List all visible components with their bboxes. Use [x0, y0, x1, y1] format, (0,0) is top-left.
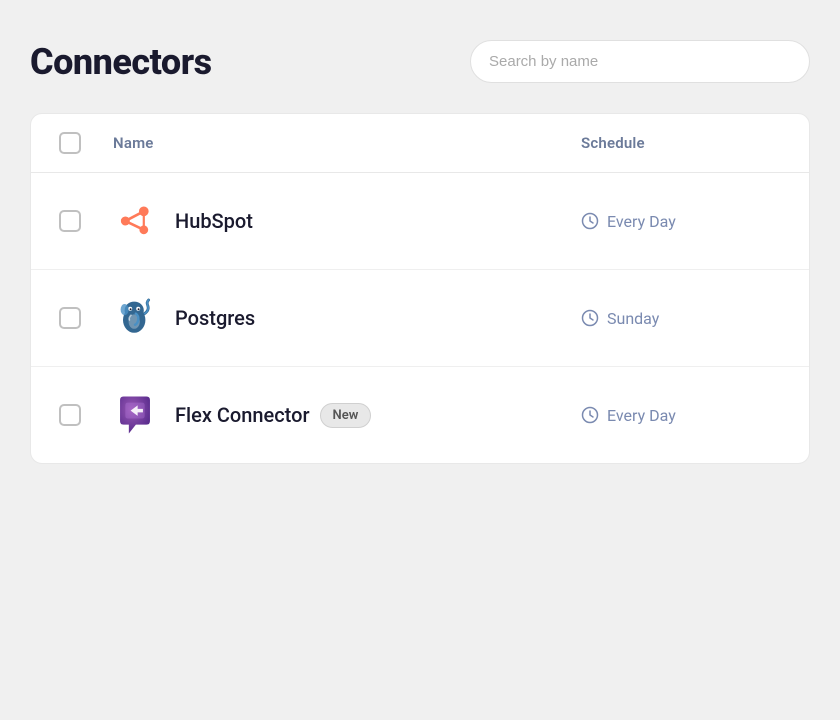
flex-name-container: Flex Connector New	[175, 403, 581, 428]
new-badge: New	[320, 403, 372, 428]
row-checkbox-flex[interactable]	[59, 404, 81, 426]
postgres-icon	[113, 296, 157, 340]
select-all-checkbox[interactable]	[59, 132, 81, 154]
flex-connector-icon	[113, 393, 157, 437]
page-header: Connectors	[30, 40, 810, 83]
clock-icon	[581, 406, 599, 424]
clock-icon	[581, 212, 599, 230]
page-title: Connectors	[30, 41, 212, 83]
row-checkbox-hubspot[interactable]	[59, 210, 81, 232]
hubspot-schedule-text: Every Day	[607, 212, 676, 231]
hubspot-icon	[113, 199, 157, 243]
column-header-name: Name	[113, 134, 581, 152]
search-container	[470, 40, 810, 83]
postgres-name-container: Postgres	[175, 306, 581, 330]
flex-schedule: Every Day	[581, 406, 781, 425]
postgres-schedule: Sunday	[581, 309, 781, 328]
hubspot-name: HubSpot	[175, 209, 253, 233]
search-input[interactable]	[470, 40, 810, 83]
table-header-row: Name Schedule	[31, 114, 809, 173]
row-checkbox-postgres[interactable]	[59, 307, 81, 329]
flex-schedule-text: Every Day	[607, 406, 676, 425]
table-row: Postgres Sunday	[31, 270, 809, 367]
clock-icon	[581, 309, 599, 327]
hubspot-schedule: Every Day	[581, 212, 781, 231]
table-row: Flex Connector New Every Day	[31, 367, 809, 463]
postgres-name: Postgres	[175, 306, 255, 330]
flex-connector-name: Flex Connector	[175, 403, 310, 427]
table-row: HubSpot Every Day	[31, 173, 809, 270]
postgres-schedule-text: Sunday	[607, 309, 659, 328]
connectors-table: Name Schedule	[30, 113, 810, 464]
hubspot-name-container: HubSpot	[175, 209, 581, 233]
column-header-schedule: Schedule	[581, 134, 781, 152]
